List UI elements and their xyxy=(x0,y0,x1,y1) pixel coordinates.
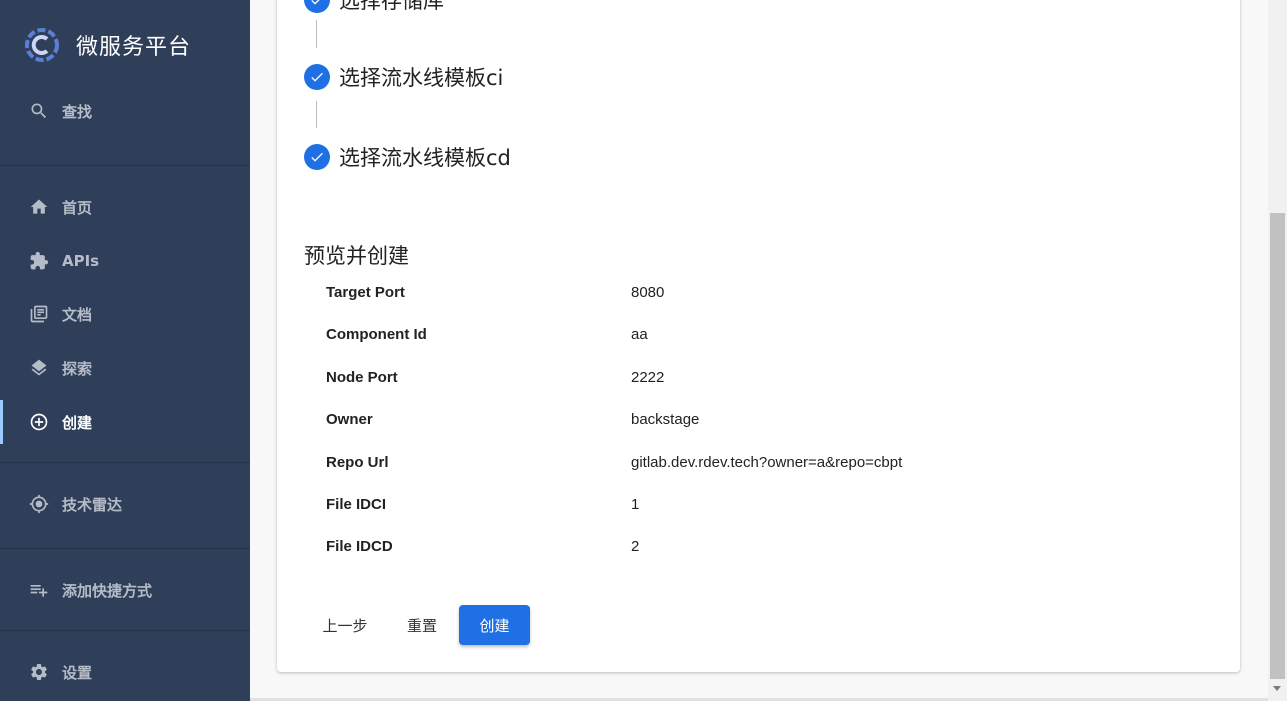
step-select-ci-template: 选择流水线模板ci xyxy=(304,62,503,92)
divider xyxy=(0,548,250,549)
review-value: backstage xyxy=(631,411,700,428)
layers-icon xyxy=(29,358,49,378)
review-title: 预览并创建 xyxy=(304,244,409,268)
check-circle-icon xyxy=(304,64,330,90)
review-row: File IDCD 2 xyxy=(326,538,639,555)
review-row: Component Id aa xyxy=(326,326,648,343)
back-button[interactable]: 上一步 xyxy=(313,605,377,645)
check-circle-icon xyxy=(304,144,330,170)
review-key: File IDCD xyxy=(326,538,393,555)
divider xyxy=(0,630,250,631)
sidebar-item-label: 探索 xyxy=(62,359,93,378)
sidebar-item-explore[interactable]: 探索 xyxy=(0,346,250,390)
app-title: 微服务平台 xyxy=(76,35,192,60)
sidebar-item-add-shortcut[interactable]: 添加快捷方式 xyxy=(0,568,250,612)
review-key: Component Id xyxy=(326,326,427,343)
step-label: 选择流水线模板ci xyxy=(339,66,504,90)
review-row: Target Port 8080 xyxy=(326,284,664,301)
add-circle-icon xyxy=(29,412,49,432)
divider xyxy=(0,462,250,463)
step-select-repo: 选择存储库 xyxy=(304,0,444,15)
review-value: gitlab.dev.rdev.tech?owner=a&repo=cbpt xyxy=(631,454,903,471)
review-value: aa xyxy=(631,326,648,343)
search-label: 查找 xyxy=(62,102,93,121)
review-row: Node Port 2222 xyxy=(326,369,664,386)
sidebar-item-label: 技术雷达 xyxy=(62,495,123,514)
sidebar-item-label: 添加快捷方式 xyxy=(62,581,153,600)
divider xyxy=(0,165,250,166)
radar-icon xyxy=(29,494,49,514)
sidebar-item-label: 创建 xyxy=(62,413,93,432)
sidebar-item-apis[interactable]: APIs xyxy=(0,239,250,283)
sidebar: 微服务平台 查找 首页 APIs 文档 探索 创建 技术雷达 添加快捷方式 设置 xyxy=(0,0,250,701)
sidebar-item-label: 设置 xyxy=(62,663,93,682)
sidebar-search[interactable]: 查找 xyxy=(0,89,250,133)
scrollbar-thumb[interactable] xyxy=(1270,213,1285,679)
page-scrollbar[interactable] xyxy=(1268,0,1287,701)
scroll-down-arrow-icon[interactable] xyxy=(1273,686,1281,691)
review-key: Target Port xyxy=(326,284,405,301)
app-logo-icon xyxy=(25,28,59,62)
puzzle-icon xyxy=(29,251,49,271)
step-label: 选择存储库 xyxy=(339,0,444,13)
review-key: Node Port xyxy=(326,369,398,386)
sidebar-item-home[interactable]: 首页 xyxy=(0,185,250,229)
home-icon xyxy=(29,197,49,217)
sidebar-item-label: APIs xyxy=(62,252,100,270)
check-circle-icon xyxy=(304,0,330,13)
review-row: Repo Url gitlab.dev.rdev.tech?owner=a&re… xyxy=(326,454,902,471)
review-value: 2222 xyxy=(631,369,665,386)
step-connector xyxy=(316,20,317,48)
step-connector xyxy=(316,101,317,128)
reset-button[interactable]: 重置 xyxy=(396,605,448,645)
sidebar-item-create[interactable]: 创建 xyxy=(0,400,250,444)
library-books-icon xyxy=(29,304,49,324)
brand[interactable]: 微服务平台 xyxy=(25,28,191,62)
playlist-add-icon xyxy=(29,580,49,600)
gear-icon xyxy=(29,662,49,682)
review-value: 1 xyxy=(631,496,640,513)
step-select-cd-template: 选择流水线模板cd xyxy=(304,142,511,172)
create-button[interactable]: 创建 xyxy=(459,605,530,645)
review-key: Repo Url xyxy=(326,454,389,471)
review-key: File IDCI xyxy=(326,496,387,513)
review-value: 2 xyxy=(631,538,640,555)
step-label: 选择流水线模板cd xyxy=(339,146,511,170)
review-row: File IDCI 1 xyxy=(326,496,639,513)
sidebar-item-label: 首页 xyxy=(62,198,93,217)
sidebar-item-docs[interactable]: 文档 xyxy=(0,292,250,336)
review-value: 8080 xyxy=(631,284,665,301)
review-key: Owner xyxy=(326,411,373,428)
search-icon xyxy=(29,101,49,121)
sidebar-item-label: 文档 xyxy=(62,305,93,324)
sidebar-item-tech-radar[interactable]: 技术雷达 xyxy=(0,482,250,526)
review-row: Owner backstage xyxy=(326,411,699,428)
sidebar-item-settings[interactable]: 设置 xyxy=(0,650,250,694)
